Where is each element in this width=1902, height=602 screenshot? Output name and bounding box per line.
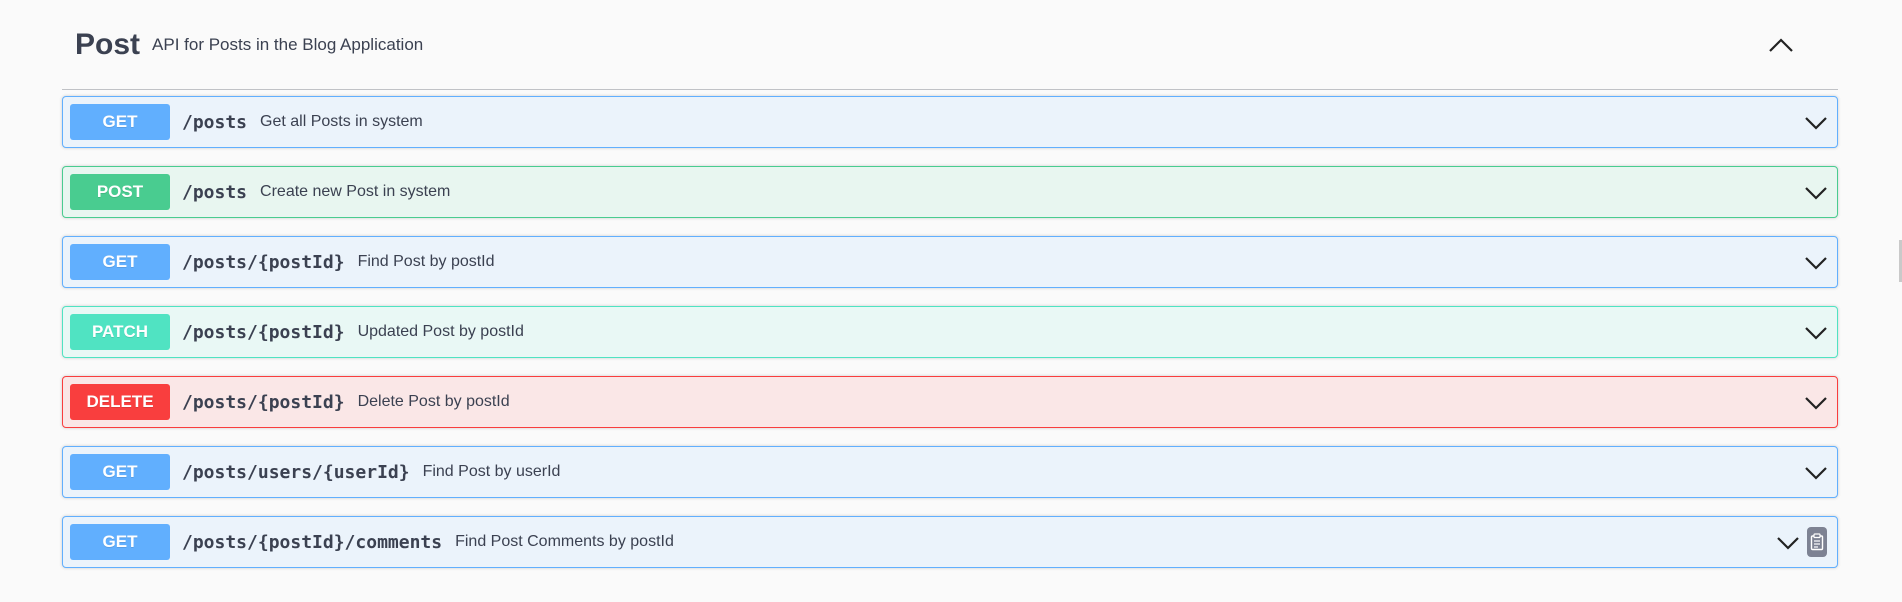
swagger-page: Post API for Posts in the Blog Applicati…: [0, 0, 1902, 602]
operations-list: GET /posts Get all Posts in system POST …: [62, 96, 1838, 586]
tag-description: API for Posts in the Blog Application: [152, 34, 424, 54]
operation-path: /posts: [182, 181, 248, 203]
chevron-down-icon[interactable]: [1803, 390, 1829, 416]
chevron-down-icon[interactable]: [1803, 460, 1829, 486]
operation-get-post-comments[interactable]: GET /posts/{postId}/comments Find Post C…: [62, 516, 1838, 568]
operation-summary: Create new Post in system: [260, 183, 451, 200]
operation-post-posts[interactable]: POST /posts Create new Post in system: [62, 166, 1838, 218]
operation-summary: Find Post by userId: [422, 463, 561, 480]
tag-section-header[interactable]: Post API for Posts in the Blog Applicati…: [62, 0, 1838, 90]
chevron-down-icon[interactable]: [1803, 320, 1829, 346]
operation-path: /posts/{postId}: [182, 391, 345, 413]
operation-get-posts-by-user[interactable]: GET /posts/users/{userId} Find Post by u…: [62, 446, 1838, 498]
operation-delete-post[interactable]: DELETE /posts/{postId} Delete Post by po…: [62, 376, 1838, 428]
method-badge: GET: [70, 104, 170, 140]
method-badge: POST: [70, 174, 170, 210]
chevron-up-icon[interactable]: [1766, 30, 1796, 60]
operation-path: /posts: [182, 111, 248, 133]
operation-summary: Find Post by postId: [357, 253, 495, 270]
chevron-down-icon[interactable]: [1775, 530, 1801, 556]
operation-summary: Find Post Comments by postId: [455, 533, 674, 550]
method-badge: DELETE: [70, 384, 170, 420]
method-badge: GET: [70, 524, 170, 560]
method-badge: GET: [70, 454, 170, 490]
operation-path: /posts/{postId}/comments: [182, 531, 443, 553]
chevron-down-icon[interactable]: [1803, 110, 1829, 136]
operation-path: /posts/{postId}: [182, 321, 345, 343]
chevron-down-icon[interactable]: [1803, 250, 1829, 276]
operation-get-posts[interactable]: GET /posts Get all Posts in system: [62, 96, 1838, 148]
operation-summary: Delete Post by postId: [357, 393, 510, 410]
operation-summary: Get all Posts in system: [260, 113, 423, 130]
method-badge: GET: [70, 244, 170, 280]
operation-path: /posts/users/{userId}: [182, 461, 410, 483]
operation-path: /posts/{postId}: [182, 251, 345, 273]
chevron-down-icon[interactable]: [1803, 180, 1829, 206]
method-badge: PATCH: [70, 314, 170, 350]
tag-title: Post: [75, 27, 141, 61]
scrollbar-track[interactable]: [1898, 0, 1902, 602]
operation-get-post-by-id[interactable]: GET /posts/{postId} Find Post by postId: [62, 236, 1838, 288]
operation-summary: Updated Post by postId: [357, 323, 524, 340]
copy-to-clipboard-icon[interactable]: [1807, 527, 1827, 557]
operation-patch-post[interactable]: PATCH /posts/{postId} Updated Post by po…: [62, 306, 1838, 358]
